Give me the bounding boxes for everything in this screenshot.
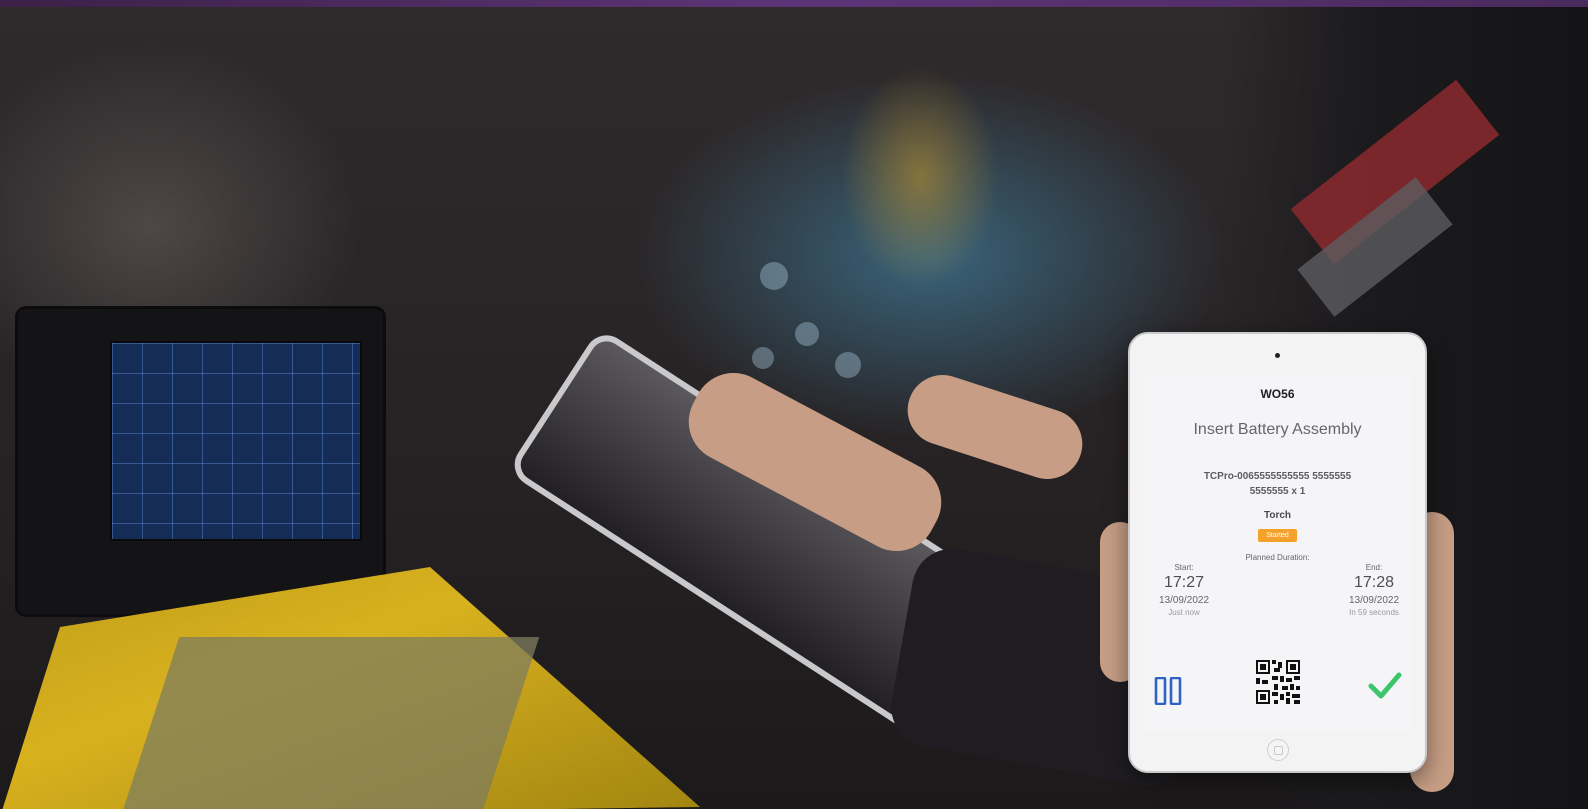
bokeh-light [835,352,861,378]
end-date: 13/09/2022 [1348,595,1400,606]
tablet-camera [1275,353,1280,358]
bokeh-light [760,262,788,290]
end-time: 17:28 [1353,574,1395,591]
end-label: End: [1365,563,1383,572]
start-date: 13/09/2022 [1158,595,1210,606]
work-order-id: WO56 [1260,387,1295,401]
start-time-block: Start: 17:27 13/09/2022 Just now [1144,563,1224,617]
background-machine-screen [110,341,362,541]
start-relative: Just now [1168,608,1200,617]
qr-code-icon[interactable] [1256,660,1300,704]
task-title: Insert Battery Assembly [1193,421,1362,438]
start-label: Start: [1174,563,1194,572]
top-accent-band [0,0,1588,7]
bokeh-light [752,347,774,369]
background-hand-right [898,365,1092,489]
planned-duration-label: Planned Duration: [1245,553,1310,562]
start-time: 17:27 [1163,574,1205,591]
pause-icon[interactable] [1154,676,1182,706]
work-order-card: WO56 Insert Battery Assembly TCPro-00655… [1144,375,1411,730]
product-code: TCPro-0065555555555 5555555 5555555 x 1 [1203,471,1352,497]
background-machine-monitor [18,309,383,614]
end-time-block: End: 17:28 13/09/2022 In 59 seconds [1334,563,1411,617]
background-machine-panel [120,637,540,809]
checkmark-icon[interactable] [1368,671,1402,701]
tablet-device: WO56 Insert Battery Assembly TCPro-00655… [1128,332,1427,773]
tablet-home-button [1267,739,1289,761]
status-badge: Started [1258,529,1297,542]
resource-name: Torch [1263,510,1292,521]
bokeh-light [795,322,819,346]
end-relative: In 59 seconds [1349,608,1399,617]
background-robot-glow [840,67,1000,287]
